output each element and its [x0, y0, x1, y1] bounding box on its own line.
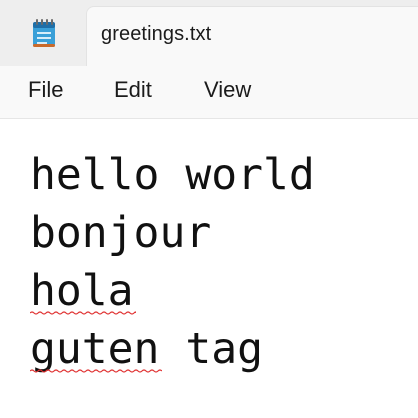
tab-title: greetings.txt [101, 23, 212, 45]
menu-file[interactable]: File [26, 77, 65, 103]
editor-line: hola [30, 266, 134, 316]
editor-line: guten tag [30, 324, 263, 374]
spellcheck-underline-guten [30, 369, 162, 373]
editor-line: bonjour [30, 208, 212, 258]
text-editor[interactable]: hello world bonjour hola guten tag [0, 119, 418, 418]
menu-bar: File Edit View [0, 66, 418, 119]
menu-view[interactable]: View [202, 77, 253, 103]
tab-greetings-txt[interactable]: greetings.txt [86, 6, 418, 66]
title-bar: greetings.txt [0, 0, 418, 66]
notepad-icon [32, 18, 56, 48]
menu-edit[interactable]: Edit [112, 77, 154, 103]
editor-line: hello world [30, 150, 315, 200]
spellcheck-underline-hola [30, 311, 136, 315]
